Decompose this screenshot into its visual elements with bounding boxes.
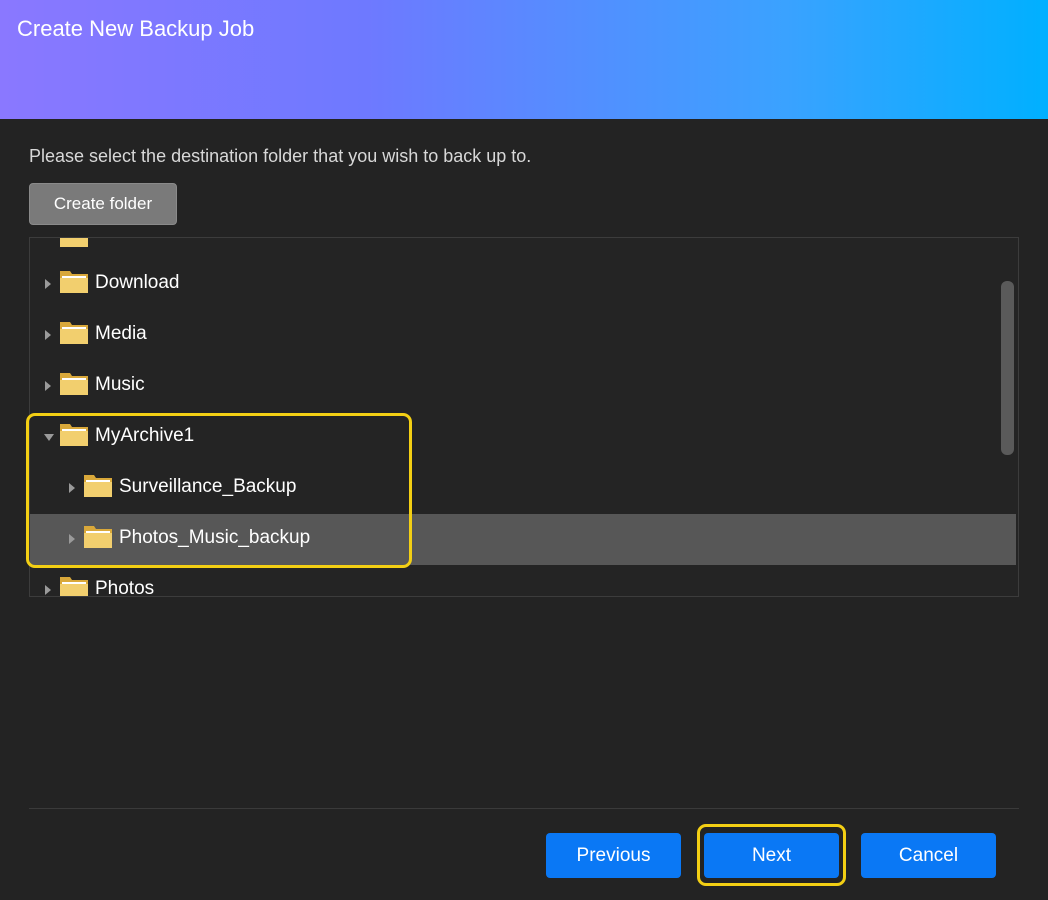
tree-item-photos[interactable]: Photos	[30, 565, 1016, 597]
folder-icon	[60, 577, 88, 596]
tree-item-label: Download	[95, 272, 180, 293]
dialog-header: Create New Backup Job	[0, 0, 1048, 119]
expand-arrow-icon[interactable]	[45, 279, 51, 289]
tree-scrollbar[interactable]	[1001, 281, 1014, 455]
tree-item-label: Media	[95, 323, 147, 344]
folder-icon	[60, 373, 88, 395]
create-folder-button[interactable]: Create folder	[29, 183, 177, 225]
tree-item-music[interactable]: Music	[30, 361, 1016, 412]
expand-arrow-icon[interactable]	[45, 585, 51, 595]
expand-arrow-icon[interactable]	[45, 330, 51, 340]
folder-icon	[60, 322, 88, 344]
previous-button[interactable]: Previous	[546, 833, 681, 878]
tree-item-media[interactable]: Media	[30, 310, 1016, 361]
instruction-text: Please select the destination folder tha…	[29, 146, 532, 166]
next-button-highlight	[697, 824, 846, 886]
folder-icon	[60, 271, 88, 293]
tree-item-download[interactable]: Download	[30, 259, 1016, 310]
tree-item-label: Photos	[95, 578, 155, 597]
folder-icon	[60, 238, 88, 247]
tree-item-label: Music	[95, 374, 145, 395]
dialog-title: Create New Backup Job	[17, 16, 255, 41]
cancel-button[interactable]: Cancel	[861, 833, 996, 878]
expand-arrow-icon[interactable]	[45, 381, 51, 391]
footer-divider	[29, 808, 1019, 809]
folder-group-highlight	[26, 413, 412, 568]
